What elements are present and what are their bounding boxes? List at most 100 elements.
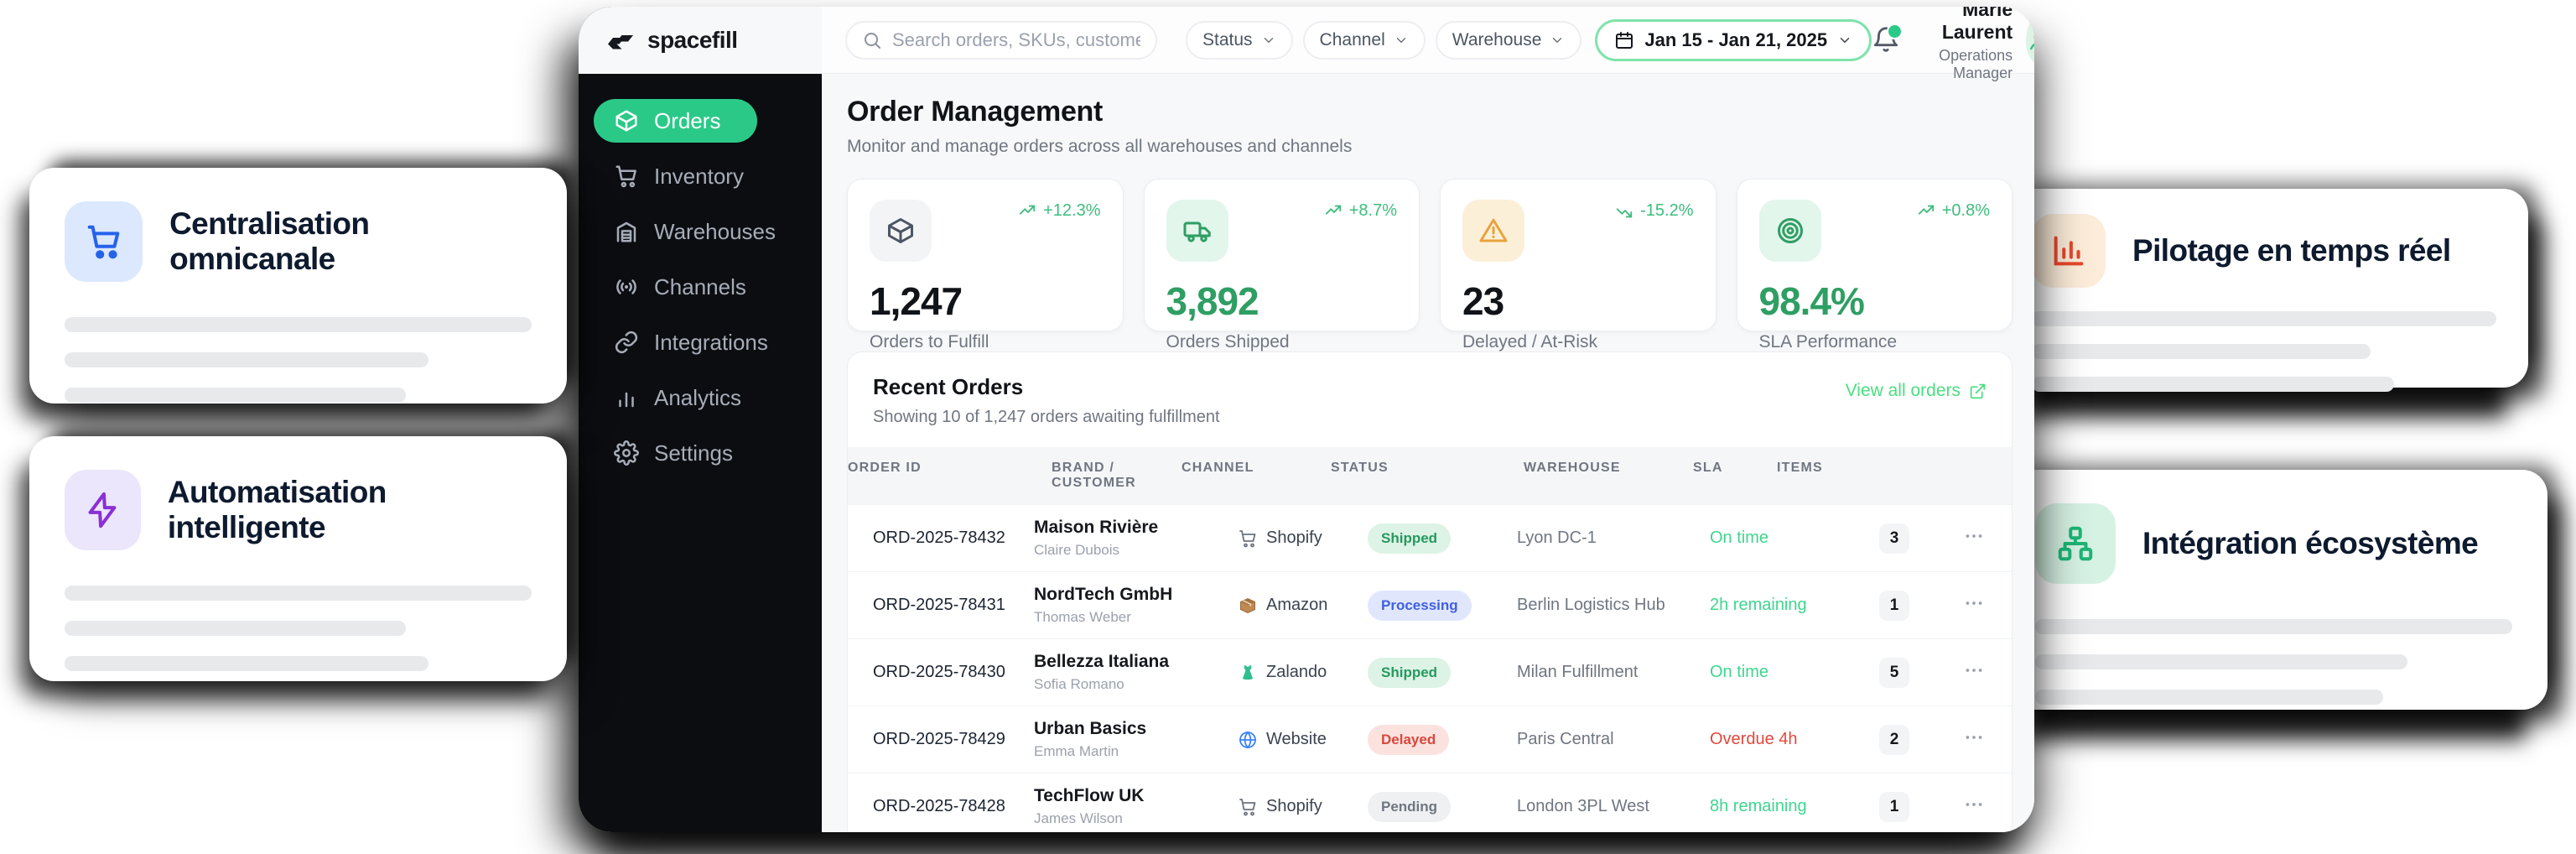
row-menu-button[interactable]: [1963, 525, 2012, 551]
avatar[interactable]: [2026, 17, 2034, 64]
view-all-label: View all orders: [1846, 381, 1961, 401]
status: Pending: [1368, 792, 1517, 822]
stat-icon: [1759, 200, 1821, 262]
ellipsis-icon: [1963, 726, 1985, 748]
sidebar-item-icon: [614, 385, 639, 410]
sidebar-item[interactable]: Integrations: [594, 320, 788, 364]
sidebar-item-icon: [614, 164, 639, 189]
date-range-picker[interactable]: Jan 15 - Jan 21, 2025: [1595, 19, 1872, 61]
sidebar-item[interactable]: Channels: [594, 265, 766, 309]
sidebar-item[interactable]: Orders: [594, 99, 757, 143]
status: Shipped: [1368, 523, 1517, 554]
sidebar-item[interactable]: Settings: [594, 431, 753, 475]
feature-card-omnichannel: Centralisation omnicanale: [29, 168, 567, 404]
filter-dropdown[interactable]: Channel: [1303, 21, 1426, 60]
filter-label: Channel: [1320, 30, 1385, 50]
channel: Website: [1238, 730, 1368, 750]
feature-card-automation: Automatisation intelligente: [29, 436, 567, 681]
filter-dropdown[interactable]: Warehouse: [1436, 21, 1582, 60]
table-row[interactable]: ORD-2025-78429 Urban Basics Emma Martin …: [848, 706, 2012, 773]
panel-title: Recent Orders: [873, 374, 1220, 400]
table-row[interactable]: ORD-2025-78428 TechFlow UK James Wilson …: [848, 773, 2012, 832]
warehouse: Milan Fulfillment: [1517, 663, 1710, 682]
row-menu-button[interactable]: [1963, 794, 2012, 820]
column-header: ITEMS: [1777, 461, 1823, 491]
topbar: Search orders, SKUs, customers... Status…: [822, 7, 2034, 74]
logo-text: spacefill: [647, 27, 738, 54]
table-row[interactable]: ORD-2025-78430 Bellezza Italiana Sofia R…: [848, 638, 2012, 706]
trend-icon: [1324, 202, 1343, 221]
sla: 2h remaining: [1710, 596, 1879, 615]
skeleton-line: [65, 586, 532, 601]
order-id: ORD-2025-78432: [848, 529, 1034, 548]
brand-name: NordTech GmbH: [1034, 585, 1238, 605]
table-row[interactable]: ORD-2025-78431 NordTech GmbH Thomas Webe…: [848, 571, 2012, 638]
items: 1: [1879, 792, 1963, 822]
table-header: ORDER IDBRAND / CUSTOMERCHANNELSTATUSWAR…: [848, 447, 2012, 504]
warehouse: London 3PL West: [1517, 797, 1710, 816]
stat-card: +8.7% 3,892 Orders Shipped: [1144, 179, 1420, 331]
stat-value: 23: [1462, 279, 1694, 324]
sidebar-item-label: Settings: [654, 440, 733, 466]
brand-customer: Urban Basics Emma Martin: [1034, 719, 1238, 760]
feature-card-header: Centralisation omnicanale: [65, 201, 532, 282]
stat-label: Orders to Fulfill: [870, 332, 1101, 352]
items: 1: [1879, 591, 1963, 621]
main-area: Search orders, SKUs, customers... Status…: [822, 7, 2034, 832]
channel: Zalando: [1238, 663, 1368, 683]
items-count-badge: 5: [1879, 658, 1909, 688]
trend-value: +12.3%: [1043, 201, 1100, 221]
row-menu-button[interactable]: [1963, 592, 2012, 618]
logo[interactable]: spacefill: [579, 7, 822, 74]
items: 2: [1879, 725, 1963, 755]
stat-icon: [1462, 200, 1524, 262]
table-row[interactable]: ORD-2025-78432 Maison Rivière Claire Dub…: [848, 504, 2012, 571]
items-count-badge: 2: [1879, 725, 1909, 755]
status-badge: Processing: [1368, 591, 1472, 621]
chevron-down-icon: [1261, 33, 1276, 48]
stat-icon: [1166, 200, 1228, 262]
bell-icon[interactable]: [1872, 26, 1900, 55]
channel: Amazon: [1238, 596, 1368, 616]
stat-label: Orders Shipped: [1166, 332, 1398, 352]
table-body: ORD-2025-78432 Maison Rivière Claire Dub…: [848, 504, 2012, 832]
calendar-icon: [1614, 30, 1634, 50]
search-placeholder: Search orders, SKUs, customers...: [892, 29, 1140, 51]
search-input[interactable]: Search orders, SKUs, customers...: [845, 21, 1157, 60]
row-menu-button[interactable]: [1963, 659, 2012, 685]
bar-chart-icon: [2032, 214, 2106, 288]
lightning-icon: [65, 470, 141, 550]
customer-name: Sofia Romano: [1034, 676, 1238, 693]
stat-label: SLA Performance: [1759, 332, 1991, 352]
column-header: BRAND / CUSTOMER: [1052, 461, 1182, 491]
feature-card-header: Pilotage en temps réel: [2032, 214, 2496, 288]
row-menu-button[interactable]: [1963, 726, 2012, 752]
sla: On time: [1710, 529, 1879, 548]
skeleton-line: [65, 656, 428, 671]
stat-value: 98.4%: [1759, 279, 1991, 324]
sidebar-item-label: Inventory: [654, 164, 744, 190]
brand-name: Urban Basics: [1034, 719, 1238, 739]
brand-customer: Maison Rivière Claire Dubois: [1034, 518, 1238, 559]
column-header: ORDER ID: [848, 461, 1052, 491]
feature-card-header: Automatisation intelligente: [65, 470, 532, 550]
order-id: ORD-2025-78428: [848, 797, 1034, 816]
filter-dropdown[interactable]: Status: [1186, 21, 1293, 60]
sidebar: spacefill Orders Inventory Warehouses: [579, 7, 822, 832]
sidebar-item-label: Orders: [654, 108, 720, 134]
status-badge: Pending: [1368, 792, 1451, 822]
stat-icon-glyph: [886, 216, 916, 246]
sidebar-item[interactable]: Warehouses: [594, 210, 796, 253]
network-icon: [2035, 503, 2116, 584]
view-all-orders-link[interactable]: View all orders: [1846, 381, 1987, 401]
channel-icon: [1238, 663, 1258, 683]
skeleton-line: [2032, 377, 2394, 392]
brand-name: Bellezza Italiana: [1034, 652, 1238, 672]
sidebar-item[interactable]: Inventory: [594, 154, 764, 198]
search-icon: [862, 30, 882, 50]
panel-header-text: Recent Orders Showing 10 of 1,247 orders…: [873, 374, 1220, 427]
channel: Shopify: [1238, 529, 1368, 549]
page-title: Order Management: [847, 96, 2012, 128]
sidebar-item[interactable]: Analytics: [594, 376, 761, 419]
skeleton-line: [65, 388, 406, 403]
